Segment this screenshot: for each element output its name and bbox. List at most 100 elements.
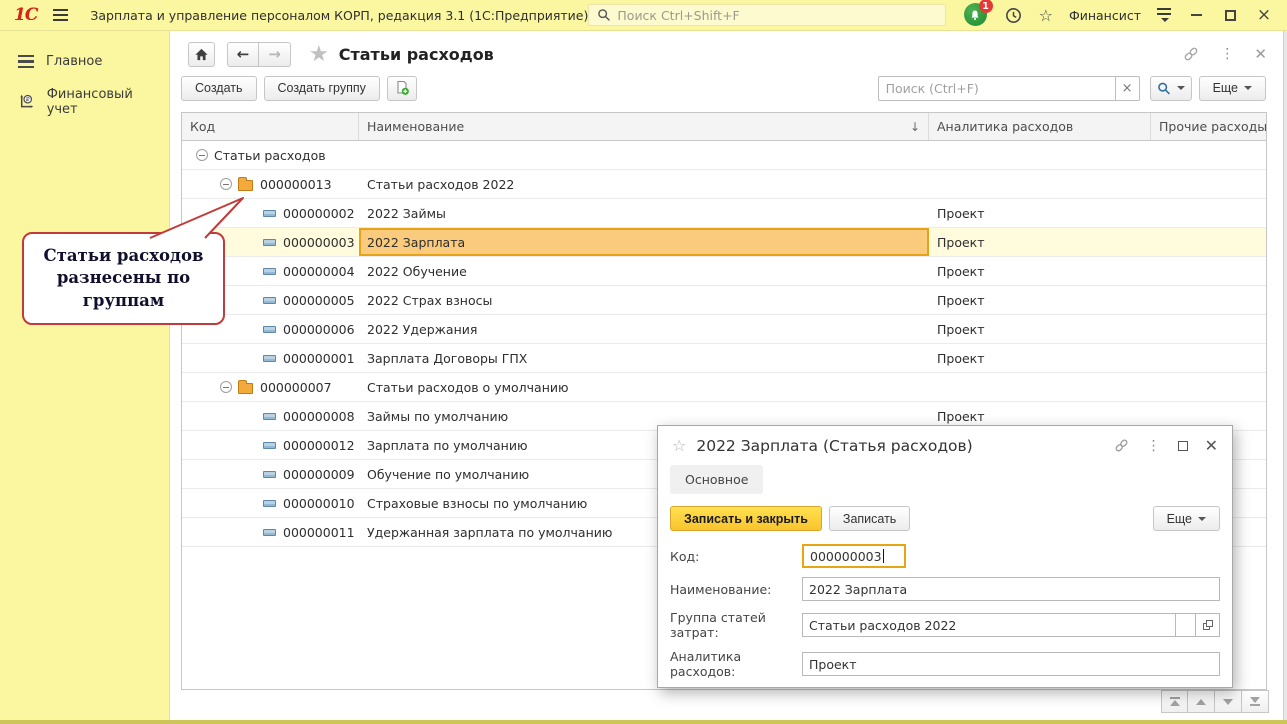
save-and-close-button[interactable]: Записать и закрыть (670, 506, 822, 531)
current-user[interactable]: Финансист (1069, 8, 1141, 23)
more-button-label: Еще (1213, 81, 1238, 95)
folder-icon (238, 180, 253, 191)
table-row[interactable]: 0000000052022 Страх взносыПроект (182, 286, 1266, 315)
item-icon (263, 442, 276, 449)
save-button[interactable]: Записать (829, 506, 910, 531)
notifications-button[interactable]: 1 (964, 3, 988, 27)
tab-main[interactable]: Основное (670, 465, 763, 494)
tree-collapse-icon[interactable] (220, 178, 232, 190)
go-previous-button[interactable] (1188, 690, 1215, 713)
cell-analytics: Проект (929, 315, 1151, 343)
tree-collapse-icon[interactable] (196, 149, 208, 161)
dialog-tabs: Основное (658, 461, 1232, 500)
table-row[interactable]: 0000000022022 ЗаймыПроект (182, 199, 1266, 228)
item-icon (263, 239, 276, 246)
home-button[interactable] (188, 42, 215, 67)
group-input[interactable]: Статьи расходов 2022 (802, 613, 1175, 637)
settings-menu-icon[interactable] (1157, 8, 1171, 22)
code-input[interactable]: 000000003 (802, 544, 906, 568)
code-text: 000000008 (283, 409, 355, 424)
history-icon[interactable] (1004, 6, 1023, 25)
list-search-input[interactable]: Поиск (Ctrl+F) (878, 76, 1116, 101)
item-icon (263, 210, 276, 217)
copy-button[interactable] (387, 76, 417, 101)
code-text: Статьи расходов (214, 148, 326, 163)
group-open-button[interactable] (1196, 613, 1220, 637)
notification-badge: 1 (979, 0, 993, 13)
column-header-analytics[interactable]: Аналитика расходов (929, 113, 1151, 140)
window-bottom-edge (0, 720, 1287, 724)
go-next-button[interactable] (1215, 690, 1242, 713)
link-icon[interactable] (1113, 438, 1130, 453)
sidebar-item-main[interactable]: Главное (0, 45, 169, 78)
name-input[interactable]: 2022 Зарплата (802, 577, 1220, 601)
create-button[interactable]: Создать (181, 76, 257, 101)
create-group-button[interactable]: Создать группу (264, 76, 380, 101)
go-last-button[interactable] (1242, 690, 1269, 713)
advanced-search-button[interactable] (1150, 76, 1192, 101)
close-window-button[interactable]: × (1255, 6, 1273, 24)
close-page-icon[interactable]: ✕ (1254, 47, 1267, 62)
global-search-input[interactable]: Поиск Ctrl+Shift+F (588, 4, 945, 26)
history-nav-group: ← → (227, 42, 291, 67)
minimize-button[interactable] (1187, 6, 1205, 24)
callout-text: Статьи расходов разнесены по группам (34, 245, 213, 312)
column-header-name[interactable]: Наименование ↓ (359, 113, 929, 140)
clear-search-button[interactable]: × (1116, 76, 1140, 101)
cell-other (1151, 286, 1266, 314)
code-text: 000000011 (283, 525, 355, 540)
table-row[interactable]: 0000000042022 ОбучениеПроект (182, 257, 1266, 286)
favorites-icon[interactable]: ☆ (1039, 6, 1053, 25)
table-row-group[interactable]: 000000013Статьи расходов 2022 (182, 170, 1266, 199)
group-value: Статьи расходов 2022 (809, 618, 956, 633)
maximize-button[interactable] (1221, 6, 1239, 24)
cell-other (1151, 315, 1266, 343)
item-icon (263, 268, 276, 275)
tree-collapse-icon[interactable] (220, 381, 232, 393)
column-header-other[interactable]: Прочие расходы (1151, 113, 1266, 140)
table-row[interactable]: 000000001Зарплата Договоры ГПХПроект (182, 344, 1266, 373)
sidebar-item-financial-accounting[interactable]: ₽ Финансовый учет (0, 78, 169, 126)
sidebar: Главное ₽ Финансовый учет (0, 31, 170, 720)
table-row[interactable]: 0000000062022 УдержанияПроект (182, 315, 1266, 344)
close-dialog-icon[interactable]: ✕ (1205, 438, 1218, 454)
cell-name (359, 141, 929, 169)
table-header: Код Наименование ↓ Аналитика расходов Пр… (182, 113, 1266, 141)
app-title: Зарплата и управление персоналом КОРП, р… (90, 8, 588, 23)
favorite-page-icon[interactable]: ★ (309, 42, 329, 67)
cell-name: 2022 Обучение (359, 257, 929, 285)
code-label: Код: (670, 549, 802, 564)
more-actions-icon[interactable]: ⋮ (1147, 439, 1161, 453)
link-icon[interactable] (1182, 46, 1200, 62)
dialog-more-button[interactable]: Еще (1153, 506, 1220, 531)
cell-code: 000000008 (182, 402, 359, 430)
table-row[interactable]: Статьи расходов (182, 141, 1266, 170)
cell-code: Статьи расходов (182, 141, 359, 169)
1c-logo-icon[interactable]: 1С (14, 5, 37, 25)
list-navigation-buttons (1161, 690, 1269, 713)
code-text: 000000005 (283, 293, 355, 308)
back-button[interactable]: ← (227, 42, 259, 67)
maximize-dialog-icon[interactable] (1178, 441, 1188, 451)
table-row-group[interactable]: 000000007Статьи расходов о умолчанию (182, 373, 1266, 402)
command-bar: Создать Создать группу Поиск (Ctrl+F) × (181, 75, 1266, 101)
list-search-group: Поиск (Ctrl+F) × (878, 76, 1140, 101)
sort-descending-icon: ↓ (910, 120, 920, 134)
main-menu-icon[interactable] (53, 9, 68, 21)
group-dropdown-button[interactable] (1175, 613, 1196, 637)
forward-button[interactable]: → (259, 42, 291, 67)
cell-other (1151, 199, 1266, 227)
more-actions-icon[interactable]: ⋮ (1220, 47, 1234, 61)
favorite-icon[interactable]: ☆ (672, 436, 686, 455)
item-icon (263, 500, 276, 507)
cell-code: 000000011 (182, 518, 359, 546)
table-row[interactable]: 0000000032022 ЗарплатаПроект (182, 228, 1266, 257)
analytics-input[interactable]: Проект (802, 652, 1220, 676)
item-icon (263, 355, 276, 362)
more-button[interactable]: Еще (1199, 76, 1266, 101)
copy-document-icon (394, 80, 410, 96)
column-header-code[interactable]: Код (182, 113, 359, 140)
cell-name: 2022 Займы (359, 199, 929, 227)
cell-other (1151, 257, 1266, 285)
go-first-button[interactable] (1161, 690, 1188, 713)
